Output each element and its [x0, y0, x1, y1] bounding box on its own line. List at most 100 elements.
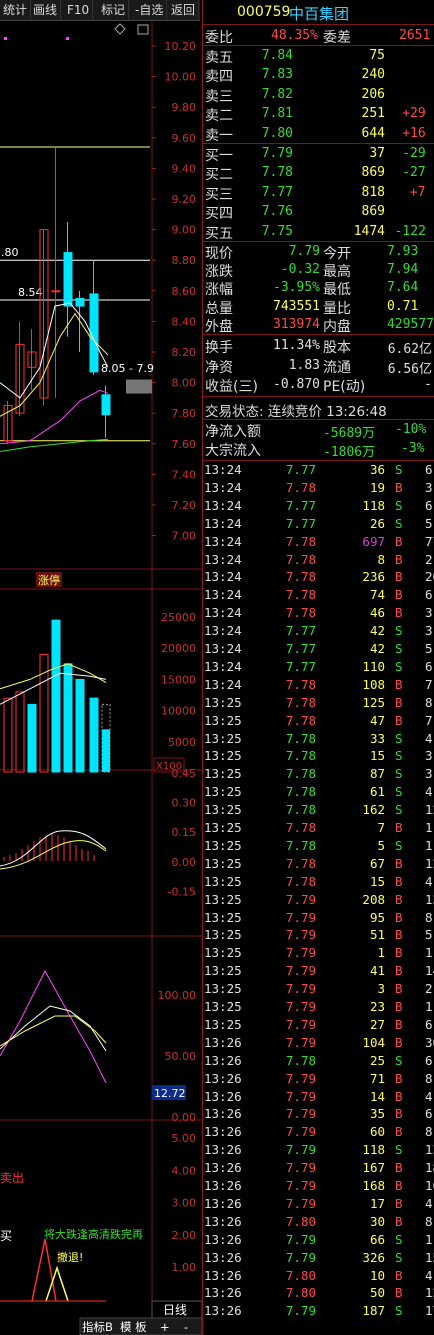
- tick-volume: 187: [362, 1303, 385, 1319]
- marker-dot: [66, 37, 69, 40]
- tick-count: 15: [425, 1249, 434, 1265]
- tick-time: 13:24: [204, 551, 242, 567]
- toolbar-button-3[interactable]: 标记: [98, 0, 130, 21]
- tick-side: S: [395, 641, 403, 656]
- tick-time: 13:25: [204, 766, 242, 782]
- tick-volume: 46: [369, 605, 385, 621]
- tick-row: 13:24 7.78 19 B 3: [203, 479, 434, 497]
- tick-volume: 208: [362, 891, 385, 907]
- tick-row: 13:25 7.78 162 S 12: [203, 801, 434, 819]
- tick-volume: 7: [377, 820, 385, 835]
- tick-row: 13:25 7.78 61 S 4: [203, 783, 434, 801]
- tick-time: 13:25: [204, 1016, 242, 1032]
- bottom-tab-3[interactable]: -: [184, 1320, 188, 1334]
- bid-row-volume: 37: [369, 146, 385, 161]
- kline-chart-svg[interactable]: 10.20 10.00 9.80 9.60 9.40 9.20 9.00 8.80 8.60 8.…: [0, 21, 202, 1335]
- tick-count: 2: [425, 551, 433, 567]
- macd-axis-label: 0.15: [172, 826, 197, 839]
- tick-time: 13:26: [204, 1303, 242, 1319]
- tick-count: 6: [425, 462, 433, 477]
- tick-time: 13:25: [204, 748, 242, 764]
- weibi-label: 委比: [205, 30, 233, 46]
- tick-price: 7.78: [285, 479, 316, 495]
- tick-time: 13:26: [204, 1285, 242, 1301]
- toolbar-button-1[interactable]: 画线: [30, 0, 62, 21]
- fund-label: 流通: [323, 359, 351, 376]
- signal-axis-label: 5.00: [172, 1132, 197, 1145]
- tick-price: 7.78: [285, 551, 316, 567]
- tick-price: 7.79: [285, 1106, 316, 1122]
- tick-row: 13:25 7.79 23 B 11: [203, 998, 434, 1016]
- tick-side: B: [395, 1267, 403, 1283]
- tick-row: 13:26 7.79 66 S 11: [203, 1231, 434, 1249]
- tick-count: 4: [425, 1088, 433, 1104]
- ask-row-change: +16: [402, 125, 426, 141]
- tick-side: S: [395, 623, 403, 639]
- tick-price: 7.79: [285, 1178, 316, 1193]
- tick-time: 13:26: [204, 1034, 242, 1050]
- toolbar-button-4[interactable]: -自选: [132, 0, 168, 21]
- tick-row: 13:26 7.80 10 B 4: [203, 1267, 434, 1285]
- signal-axis-label: 2.00: [172, 1229, 197, 1242]
- toolbar-button-0[interactable]: 统计: [0, 0, 32, 21]
- window-icon: [137, 24, 149, 35]
- tick-time: 13:26: [204, 1213, 242, 1229]
- tick-volume: 15: [369, 748, 385, 764]
- stat-value: -3.95%: [273, 280, 320, 296]
- tick-side: S: [395, 802, 403, 818]
- tick-time: 13:26: [204, 1124, 242, 1140]
- tick-price: 7.79: [285, 981, 316, 997]
- tick-price: 7.77: [285, 641, 316, 656]
- tick-time: 13:25: [204, 837, 242, 853]
- tick-price: 7.77: [285, 623, 316, 639]
- tick-volume: 15: [369, 873, 385, 889]
- tick-volume: 108: [362, 676, 385, 692]
- kline-chart-area[interactable]: 10.20 10.00 9.80 9.60 9.40 9.20 9.00 8.80 8.60 8.…: [0, 21, 202, 1335]
- tick-volume: 74: [369, 587, 385, 603]
- tick-side: B: [395, 533, 403, 549]
- signal-triangle-red: [31, 1238, 57, 1302]
- candle-body: [75, 297, 85, 307]
- tick-row: 13:25 7.79 208 B 13: [203, 891, 434, 909]
- tick-row: 13:25 7.79 95 B 8: [203, 909, 434, 927]
- tick-volume: 1: [377, 945, 385, 961]
- tick-volume: 71: [369, 1070, 385, 1086]
- tick-price: 7.79: [285, 1142, 316, 1158]
- volume-bar: [51, 619, 61, 773]
- tick-count: 8: [425, 1070, 433, 1086]
- tick-count: 3: [425, 766, 433, 782]
- fund-value: 11.34%: [273, 338, 320, 353]
- bottom-tab-0[interactable]: 指标B: [82, 1320, 113, 1334]
- tick-row: 13:26 7.79 60 B 8: [203, 1123, 434, 1141]
- tick-row: 13:24 7.77 110 S 6: [203, 658, 434, 676]
- tick-volume: 3: [377, 981, 385, 997]
- bid-row-label: 买一: [205, 148, 233, 164]
- bottom-tab-1[interactable]: 模 板: [120, 1320, 147, 1334]
- price-axis-label: 10.20: [165, 40, 197, 53]
- tick-count: 8: [425, 694, 433, 710]
- tick-count: 6: [425, 1052, 433, 1068]
- tick-price: 7.78: [285, 837, 316, 853]
- tick-price: 7.79: [285, 1034, 316, 1050]
- tick-volume: 118: [362, 497, 385, 513]
- tick-price: 7.78: [285, 676, 316, 692]
- toolbar-button-5[interactable]: 返回: [168, 0, 200, 21]
- tick-count: 4: [425, 873, 433, 889]
- toolbar-button-2[interactable]: F10: [64, 0, 94, 21]
- tick-volume: 27: [369, 1016, 385, 1032]
- ask-row-price: 7.82: [261, 86, 293, 102]
- volume-axis-label: 5000: [168, 736, 196, 749]
- candle-body: [101, 394, 111, 416]
- tick-price: 7.80: [285, 1285, 316, 1301]
- tick-volume: 47: [369, 712, 385, 728]
- tick-row: 13:24 7.77 118 S 6: [203, 497, 434, 515]
- tick-count: 3: [425, 479, 433, 495]
- tick-time: 13:26: [204, 1106, 242, 1122]
- bottom-tab-2[interactable]: +: [160, 1320, 170, 1334]
- quote-panel: 000759 中百集团 委比 48.35% 委差 2651 卖五 7.84 75 卖四…: [202, 0, 434, 1335]
- tick-side: S: [395, 497, 403, 513]
- tick-count: 20: [425, 569, 434, 585]
- price-highlight-box: [126, 379, 152, 394]
- tick-count: 6: [425, 1106, 433, 1122]
- volume-bar: [63, 663, 73, 773]
